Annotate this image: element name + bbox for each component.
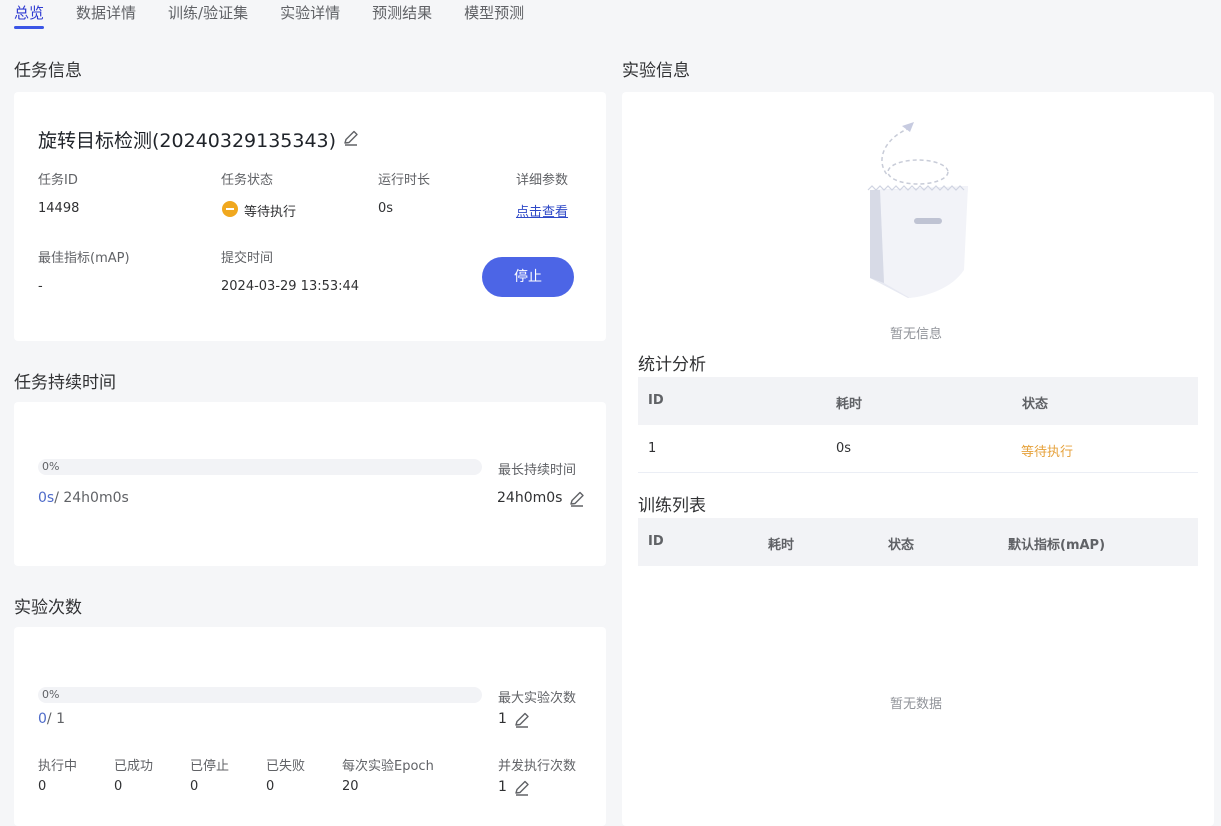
max-duration-value: 24h0m0s [497,490,563,506]
tab-data-details[interactable]: 数据详情 [76,0,136,32]
experiment-info-card: 暂无信息 统计分析 ID 耗时 状态 1 0s 等待执行 训练列表 ID 耗时 … [622,92,1214,826]
task-info-card: 旋转目标检测(20240329135343) 任务ID 14498 任务状态 等… [14,92,606,341]
empty-bag-icon [858,118,978,304]
tab-bar: 总览 数据详情 训练/验证集 实验详情 预测结果 模型预测 [14,0,556,32]
stats-col-id: ID [648,393,664,408]
stats-row-id: 1 [648,441,657,456]
stat-failed-label: 已失败 [266,759,306,774]
tab-model-prediction[interactable]: 模型预测 [464,0,524,32]
stat-stopped-label: 已停止 [190,759,230,774]
duration-total: / 24h0m0s [54,490,129,506]
experiments-progress-percent: 0% [42,688,60,701]
tab-prediction-results[interactable]: 预测结果 [372,0,432,32]
training-col-metric: 默认指标(mAP) [1008,538,1106,553]
tab-experiment-details[interactable]: 实验详情 [280,0,340,32]
page-root: 总览 数据详情 训练/验证集 实验详情 预测结果 模型预测 任务信息 旋转目标检… [0,0,1221,826]
experiment-info-empty-text: 暂无信息 [890,327,943,342]
duration-progress-bar: 0% [38,459,482,475]
view-params-link[interactable]: 点击查看 [516,201,568,220]
tab-overview[interactable]: 总览 [14,0,45,32]
submit-time-label: 提交时间 [221,251,274,266]
stats-col-elapsed: 耗时 [836,397,863,412]
experiments-total: / 1 [46,711,65,727]
training-col-id: ID [648,534,664,549]
stats-row-elapsed: 0s [836,441,852,456]
stat-epoch-value: 20 [342,779,359,794]
experiments-title: 实验次数 [14,598,82,618]
duration-progress-percent: 0% [42,460,60,473]
experiment-info-title: 实验信息 [622,61,690,81]
max-experiments-label: 最大实验次数 [498,691,577,706]
stat-failed-value: 0 [266,779,275,794]
experiments-progress-value: 0/ 1 [38,711,65,727]
training-table-header: ID 耗时 状态 默认指标(mAP) [638,518,1198,566]
stats-col-status: 状态 [1022,397,1049,412]
training-col-elapsed: 耗时 [768,538,795,553]
tab-train-val-set[interactable]: 训练/验证集 [168,0,248,32]
stat-stopped-value: 0 [190,779,199,794]
task-id-value: 14498 [38,201,80,216]
task-info-title: 任务信息 [14,61,82,81]
training-list-empty-text: 暂无数据 [890,697,943,712]
params-label: 详细参数 [516,173,569,188]
best-metric-label: 最佳指标(mAP) [38,251,130,266]
edit-task-name-icon[interactable] [342,129,360,147]
stop-button[interactable]: 停止 [482,257,574,297]
max-duration-label: 最长持续时间 [498,463,577,478]
task-id-label: 任务ID [38,173,78,188]
stat-succeeded-label: 已成功 [114,759,154,774]
experiments-current: 0 [38,711,47,727]
stat-running-label: 执行中 [38,759,78,774]
waiting-status-icon [222,201,238,217]
task-name: 旋转目标检测(20240329135343) [38,130,337,152]
row-divider [638,472,1198,473]
task-status-label: 任务状态 [221,173,274,188]
stats-row-status: 等待执行 [1021,445,1074,460]
best-metric-value: - [38,279,43,294]
task-status-value: 等待执行 [244,205,297,220]
training-col-status: 状态 [888,538,915,553]
max-experiments-value: 1 [498,711,507,727]
edit-max-experiments-icon[interactable] [513,711,531,729]
experiments-progress-bar: 0% [38,687,482,703]
duration-progress-value: 0s/ 24h0m0s [38,490,129,506]
concurrency-label: 并发执行次数 [498,759,577,774]
concurrency-value: 1 [498,779,507,795]
experiments-card: 0% 0/ 1 最大实验次数 1 执行中 0 已成功 0 已停止 0 已失败 0… [14,627,606,826]
training-list-title: 训练列表 [638,496,706,516]
edit-concurrency-icon[interactable] [513,779,531,797]
stats-table-header: ID 耗时 状态 [638,377,1198,425]
duration-card: 0% 0s/ 24h0m0s 最长持续时间 24h0m0s [14,402,606,566]
stat-succeeded-value: 0 [114,779,123,794]
duration-title: 任务持续时间 [14,373,116,393]
stats-analysis-title: 统计分析 [638,355,706,375]
stat-epoch-label: 每次实验Epoch [342,759,434,774]
stat-running-value: 0 [38,779,47,794]
runtime-value: 0s [378,201,394,216]
runtime-label: 运行时长 [378,173,431,188]
edit-max-duration-icon[interactable] [568,490,586,508]
duration-current: 0s [38,490,55,506]
submit-time-value: 2024-03-29 13:53:44 [221,279,360,294]
